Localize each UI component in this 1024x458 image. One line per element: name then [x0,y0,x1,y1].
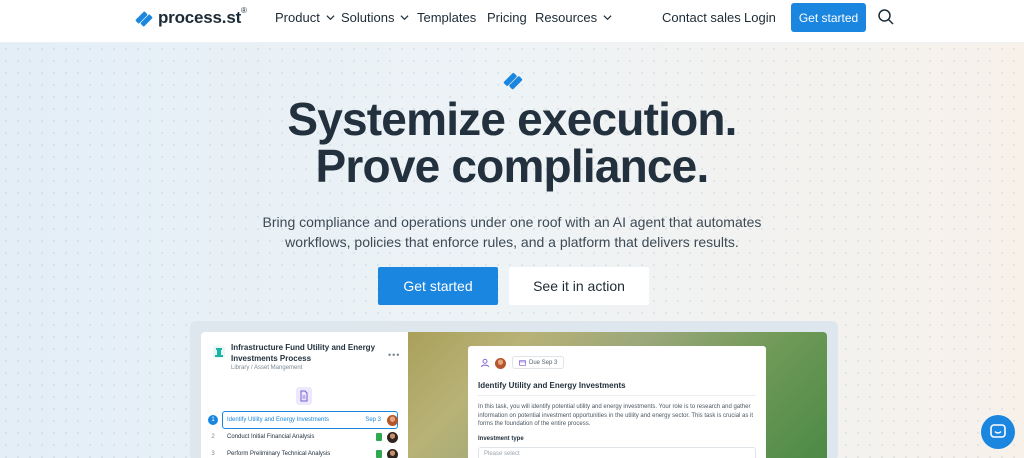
chevron-down-icon [603,15,612,21]
nav-templates[interactable]: Templates [417,10,476,25]
due-date-label: Due Sep 3 [529,359,558,366]
more-options-icon[interactable]: ••• [388,350,400,360]
logo-text: process.st® [158,6,247,27]
process-street-logo-icon [135,11,153,27]
nav-get-started-button[interactable]: Get started [791,3,866,32]
chevron-down-icon [326,15,335,21]
task-item[interactable]: 1 Identify Utility and Energy Investment… [208,412,398,428]
avatar [387,431,398,443]
task-label: Perform Preliminary Technical Analysis [227,451,331,457]
avatar [387,448,398,458]
workflow-icon [213,346,225,358]
task-item[interactable]: 3 Perform Preliminary Technical Analysis [208,446,398,458]
divider [478,395,756,396]
investment-type-select[interactable]: Please select [478,447,756,458]
task-number: 1 [208,415,218,425]
task-title: Identify Utility and Energy Investments [478,381,626,390]
nav-get-started-label: Get started [798,10,859,25]
task-number: 3 [211,451,215,457]
calendar-icon [519,359,526,366]
workflow-title: Infrastructure Fund Utility and Energy I… [231,343,376,363]
top-nav: process.st® Product Solutions Templates … [0,0,1024,43]
hero-get-started-label: Get started [403,278,473,294]
breadcrumb[interactable]: Library / Asset Mangement [231,365,302,371]
chevron-down-icon [400,15,409,21]
assignee-icon[interactable] [480,358,490,368]
task-label: Identify Utility and Energy Investments [227,417,330,423]
task-due-date: Sep 3 [365,417,381,423]
nav-templates-label: Templates [417,10,477,25]
task-number: 2 [211,434,215,440]
nav-resources[interactable]: Resources [535,10,612,25]
hero-subhead: Bring compliance and operations under on… [262,214,762,250]
nav-solutions-label: Solutions [341,10,395,25]
headline-line-1: Systemize execution. [287,93,737,145]
spreadsheet-icon [376,433,382,441]
see-it-in-action-button[interactable]: See it in action [509,267,649,305]
process-street-logo-icon [503,72,523,90]
contact-sales-link[interactable]: Contact sales [662,10,741,25]
nav-product-label: Product [275,10,320,25]
task-description: In this task, you will identify potentia… [478,404,754,427]
nav-product[interactable]: Product [275,10,335,25]
avatar [495,358,506,369]
logo[interactable]: process.st® [134,6,247,28]
avatar [387,414,398,426]
spreadsheet-icon [376,450,382,458]
nav-resources-label: Resources [535,10,598,25]
chat-widget-button[interactable] [981,415,1015,449]
login-label: Login [744,10,776,25]
task-item[interactable]: 2 Conduct Initial Financial Analysis [208,429,398,445]
search-icon[interactable] [877,8,895,26]
hero-get-started-button[interactable]: Get started [378,267,498,305]
chat-icon [990,424,1006,438]
see-it-in-action-label: See it in action [533,278,625,294]
contact-sales-label: Contact sales [662,10,741,25]
hero-headline: Systemize execution. Prove compliance. [0,96,1024,190]
nav-solutions[interactable]: Solutions [341,10,409,25]
nav-pricing[interactable]: Pricing [487,10,527,25]
task-label: Conduct Initial Financial Analysis [227,434,315,440]
nav-pricing-label: Pricing [487,10,527,25]
headline-line-2: Prove compliance. [315,140,710,192]
select-placeholder: Please select [484,451,520,457]
login-link[interactable]: Login [744,10,776,25]
investment-type-label: Investment type [478,436,524,442]
due-date-badge[interactable]: Due Sep 3 [512,356,565,369]
document-icon [296,387,312,405]
